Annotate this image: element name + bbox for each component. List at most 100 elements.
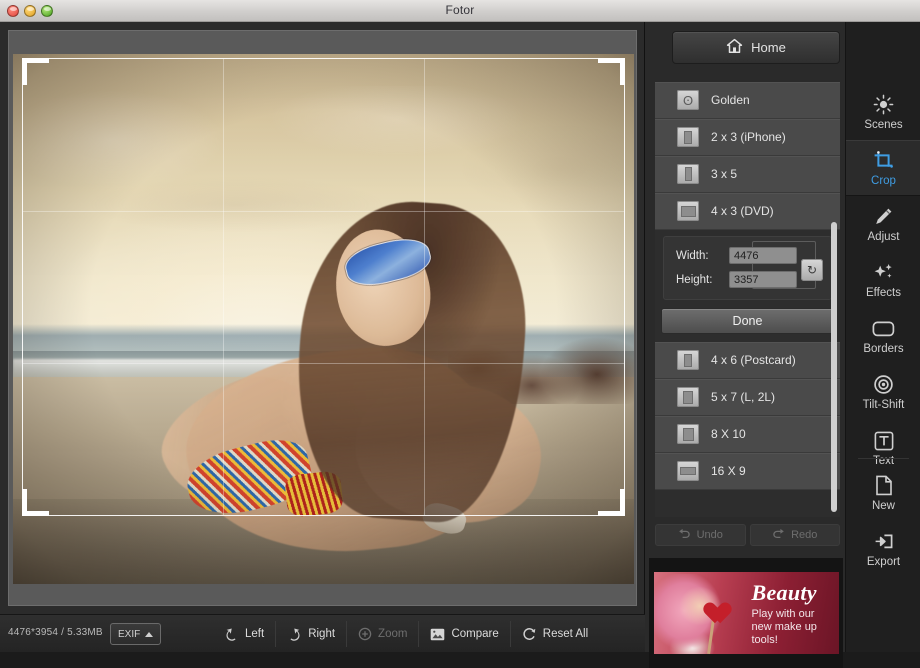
aspect-icon [677,164,699,184]
crop-icon [873,150,894,172]
reset-all-button[interactable]: Reset All [509,621,599,647]
height-label: Height: [676,273,713,286]
text-t-icon [874,430,894,452]
rotate-left-button[interactable]: Left [213,621,275,647]
rotate-right-icon [287,627,302,641]
tab-label: Scenes [864,118,903,131]
redo-icon [772,528,785,542]
tab-label: Tilt-Shift [862,398,905,411]
crop-preset-4x3[interactable]: 4 x 3 (DVD) [655,193,840,230]
tab-tilt-shift[interactable]: Tilt-Shift [846,364,920,420]
width-input[interactable] [729,247,797,264]
tab-label: Effects [866,286,901,299]
heart-icon [700,594,724,616]
ad-title: Beauty [751,580,817,605]
done-button[interactable]: Done [661,308,834,334]
custom-dimensions-box: Width: Height: ↻ [663,236,832,300]
ad-subtitle: Play with our new make up tools! [751,608,817,646]
height-input[interactable] [729,271,797,288]
tab-label: Borders [863,342,904,355]
tab-label: Export [866,555,901,568]
tab-adjust[interactable]: Adjust [846,196,920,252]
zoom-label: Zoom [378,628,408,640]
window-title: Fotor [445,3,475,17]
aspect-icon [677,127,699,147]
sun-icon [873,94,894,116]
crop-preset-label: 8 X 10 [711,427,746,441]
preset-list-scrollbar[interactable] [831,222,837,512]
tab-label: New [871,499,895,512]
aspect-icon [677,424,699,444]
crop-preset-label: 4 x 6 (Postcard) [711,353,796,367]
canvas-area [0,22,645,614]
rotate-left-icon [224,627,239,641]
tab-label: Adjust [867,230,900,243]
crop-preset-label: Golden [711,93,750,107]
undo-button[interactable]: Undo [655,524,746,546]
rounded-rect-icon [872,318,895,340]
pencil-icon [873,206,894,228]
history-bar: Undo Redo [655,524,840,546]
rotate-right-button[interactable]: Right [275,621,346,647]
ad-model-photo [653,574,744,654]
aspect-icon [677,461,699,481]
tab-borders[interactable]: Borders [846,308,920,364]
crop-preset-3x5[interactable]: 3 x 5 [655,156,840,193]
crop-preset-2x3[interactable]: 2 x 3 (iPhone) [655,119,840,156]
canvas-surface[interactable] [8,30,637,606]
rotate-right-label: Right [308,628,336,640]
compare-image-icon [430,628,445,641]
redo-button[interactable]: Redo [749,524,840,546]
swap-rotate-icon[interactable]: ↻ [801,259,823,281]
target-icon [873,374,894,396]
tab-crop[interactable]: Crop [846,140,920,196]
exif-button[interactable]: EXIF [110,623,162,645]
done-row: Done [655,300,840,334]
crop-preset-golden[interactable]: ʘ Golden [655,82,840,119]
undo-icon [678,528,691,542]
status-tool-buttons: Left Right Zoom Compare Reset All [213,621,599,647]
file-info: 4476*3954 / 5.33MB [8,627,103,638]
aspect-icon [677,201,699,221]
caret-up-icon [145,631,154,637]
sparkle-icon [873,262,895,284]
crop-preset-label: 16 X 9 [711,464,746,478]
reset-all-label: Reset All [542,628,589,640]
crop-preset-label: 4 x 3 (DVD) [711,204,774,218]
tab-effects[interactable]: Effects [846,252,920,308]
redo-label: Redo [791,529,818,541]
title-bar: Fotor [0,0,920,22]
home-button[interactable]: Home [672,31,840,64]
status-bar: 4476*3954 / 5.33MB EXIF Left Right Zoom … [0,614,645,652]
crop-preset-label: 5 x 7 (L, 2L) [711,390,776,404]
crop-preset-8x10[interactable]: 8 X 10 [655,416,840,453]
height-row: Height: [676,271,797,288]
crop-preset-16x9[interactable]: 16 X 9 [655,453,840,490]
crop-preset-label: 3 x 5 [711,167,738,181]
zoom-button-status[interactable]: Zoom [346,621,418,647]
ad-inner: Beauty Play with our new make up tools! [653,572,839,654]
rail-divider [858,458,909,459]
tool-rail: Scenes Crop Adjust Effects Borders Tilt-… [845,22,920,652]
export-icon [873,531,895,553]
right-panel: Home ʘ Golden 2 x 3 (iPhone) 3 x 5 4 x 3… [645,22,920,668]
home-label: Home [751,40,786,55]
crop-preset-5x7[interactable]: 5 x 7 (L, 2L) [655,379,840,416]
home-bar: Home [645,22,845,70]
undo-label: Undo [696,529,723,541]
crop-preset-4x6[interactable]: 4 x 6 (Postcard) [655,342,840,379]
spiral-icon: ʘ [677,90,699,110]
exif-label: EXIF [118,628,141,640]
home-icon [726,38,743,57]
width-label: Width: [676,249,709,262]
compare-button[interactable]: Compare [418,621,509,647]
tab-new[interactable]: New [846,465,920,521]
width-row: Width: [676,247,797,264]
crop-preset-list[interactable]: ʘ Golden 2 x 3 (iPhone) 3 x 5 4 x 3 (DVD… [655,82,840,517]
tab-export[interactable]: Export [846,521,920,577]
tab-scenes[interactable]: Scenes [846,84,920,140]
tab-label: Crop [871,174,896,187]
photo-image[interactable] [13,54,634,584]
rotate-left-label: Left [245,628,265,640]
page-icon [875,475,893,497]
